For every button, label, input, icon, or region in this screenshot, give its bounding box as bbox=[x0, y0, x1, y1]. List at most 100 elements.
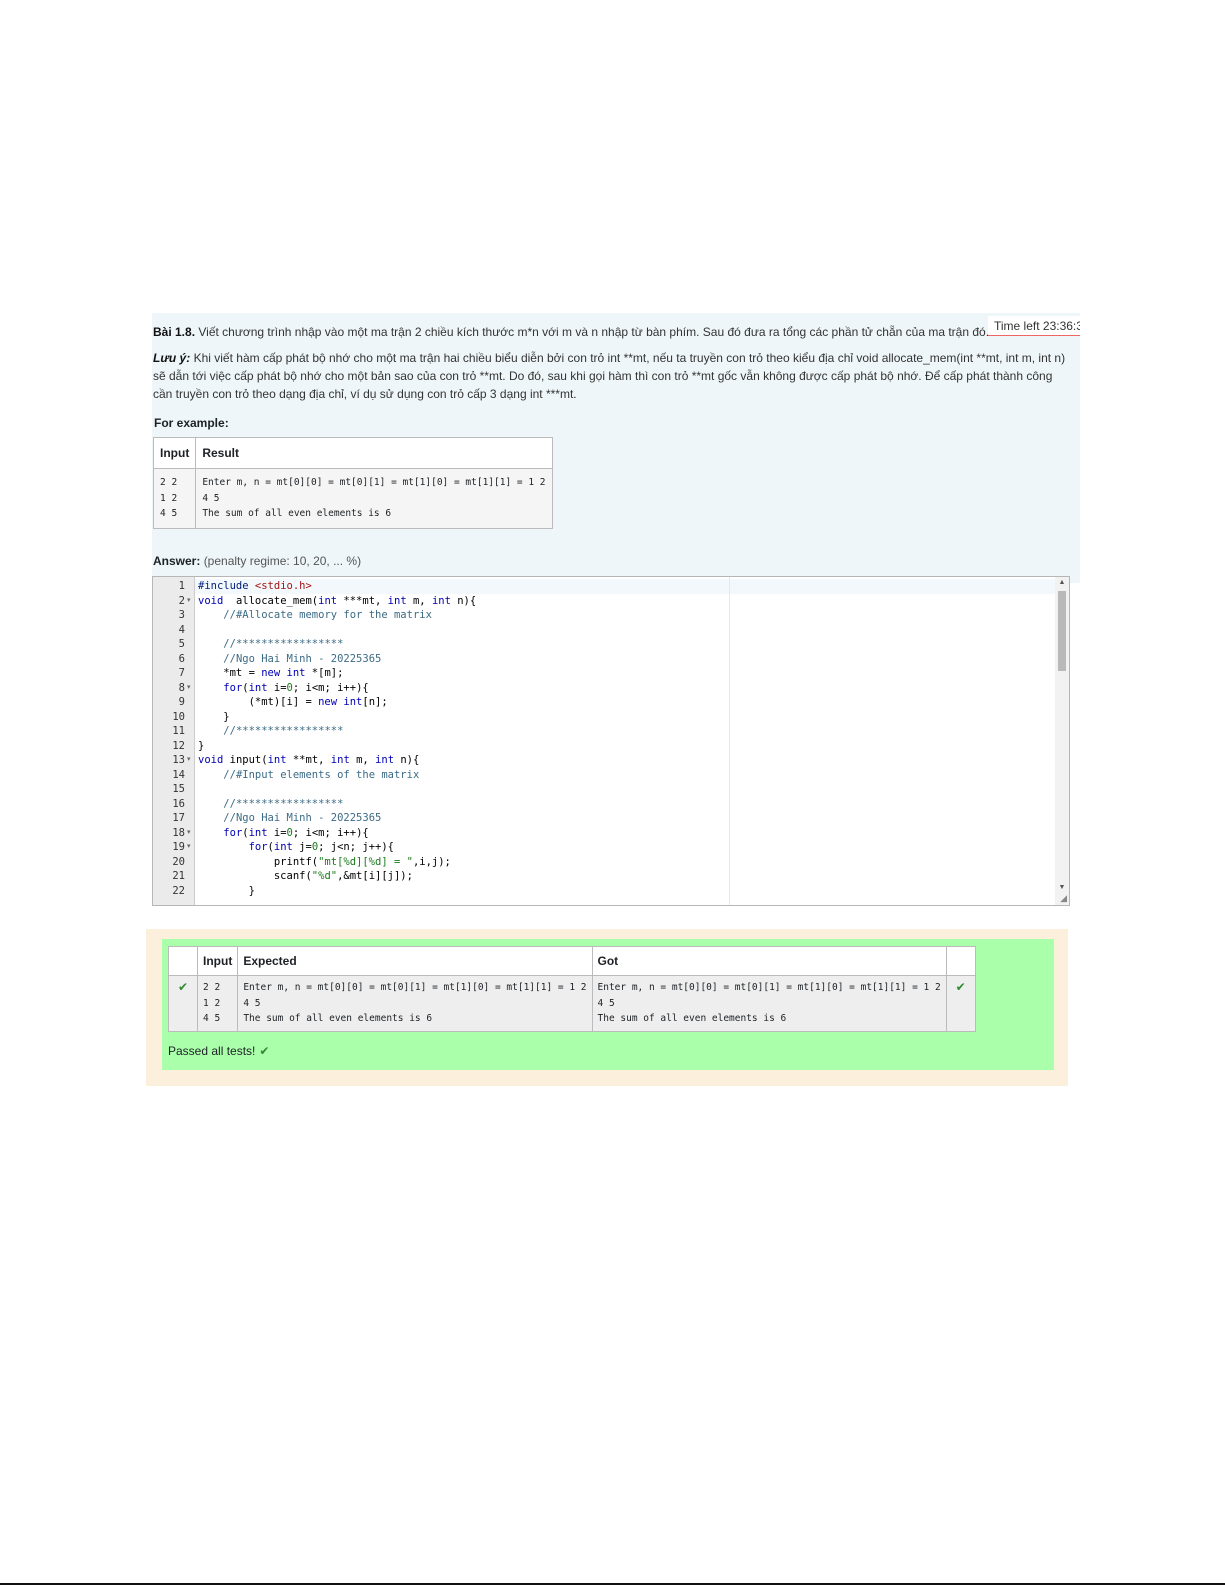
code-line: (*mt)[i] = new int[n]; bbox=[198, 695, 388, 710]
fold-arrow-icon[interactable]: ▾ bbox=[187, 594, 191, 609]
fold-arrow-icon[interactable]: ▾ bbox=[187, 681, 191, 696]
code-token: (*mt)[i] = bbox=[198, 696, 319, 708]
code-token: //***************** bbox=[223, 638, 344, 650]
results-header-expected: Expected bbox=[237, 946, 593, 976]
code-line: //***************** bbox=[198, 637, 343, 652]
code-token: int bbox=[343, 696, 363, 708]
code-line: #include <stdio.h> bbox=[198, 579, 312, 594]
code-token: #include bbox=[198, 580, 255, 592]
code-token: int bbox=[267, 754, 287, 766]
line-number: 12 bbox=[172, 739, 185, 752]
results-header-status bbox=[168, 946, 198, 976]
line-number: 14 bbox=[172, 768, 185, 781]
results-header-status-right bbox=[945, 946, 976, 976]
code-token: allocate_mem( bbox=[223, 594, 319, 607]
code-token: n){ bbox=[394, 754, 420, 766]
code-token: ; i<m; i++){ bbox=[292, 826, 369, 839]
line-number: 6 bbox=[178, 652, 185, 665]
code-line: //Ngo Hai Minh - 20225365 bbox=[198, 652, 381, 667]
line-number: 7 bbox=[178, 667, 185, 679]
code-token: new bbox=[318, 696, 338, 708]
line-number: 15 bbox=[172, 783, 185, 795]
code-token: **mt, bbox=[286, 754, 331, 766]
line-number: 11 bbox=[172, 725, 185, 737]
line-number: 4 bbox=[178, 623, 185, 636]
code-token: ,&mt[i][j]); bbox=[337, 870, 413, 882]
code-token: void bbox=[198, 754, 224, 766]
code-token: new bbox=[261, 667, 281, 679]
passed-check-icon: ✔ bbox=[259, 1044, 270, 1058]
passed-summary: Passed all tests! ✔ bbox=[168, 1044, 269, 1058]
scroll-down-icon[interactable]: ▼ bbox=[1055, 884, 1069, 891]
code-token: int bbox=[431, 594, 451, 607]
code-token: ; j<n; j++){ bbox=[318, 841, 394, 853]
print-margin bbox=[729, 577, 730, 905]
code-token: ,i,j); bbox=[412, 855, 451, 868]
line-number: 9 bbox=[178, 696, 185, 708]
code-token: printf( bbox=[198, 855, 319, 868]
code-token: int bbox=[273, 841, 293, 853]
example-header-input: Input bbox=[152, 437, 197, 469]
answer-label: Answer: bbox=[153, 554, 201, 568]
penalty-regime: (penalty regime: 10, 20, ... %) bbox=[203, 554, 362, 568]
example-label: For example: bbox=[154, 416, 229, 430]
question-statement: Bài 1.8. Viết chương trình nhập vào một … bbox=[153, 323, 1073, 341]
line-number: 16 bbox=[172, 797, 185, 810]
code-editor[interactable]: 1 2 3 4 5 6 7 8 9 10 11 12 13 14 15 16 17 18 19 20 21 22 ▾ ▾ ▾ ▾ ▾… bbox=[152, 576, 1070, 906]
code-token: void bbox=[198, 594, 224, 607]
code-token: "%d" bbox=[311, 870, 338, 882]
code-token: for bbox=[223, 826, 243, 839]
fold-arrow-icon[interactable]: ▾ bbox=[187, 753, 191, 768]
example-header-row: Input Result bbox=[152, 437, 553, 469]
line-number: 3 bbox=[178, 609, 185, 621]
code-token: //#Input elements of the matrix bbox=[223, 768, 420, 781]
code-token: } bbox=[198, 710, 230, 723]
line-number: 18 bbox=[172, 826, 185, 839]
scroll-up-icon[interactable]: ▲ bbox=[1055, 579, 1069, 586]
example-header-result: Result bbox=[195, 437, 553, 469]
active-line-highlight bbox=[195, 579, 1069, 594]
code-token: //***************** bbox=[223, 725, 344, 737]
code-token: n){ bbox=[450, 594, 477, 607]
code-token: } bbox=[198, 884, 255, 897]
note-label: Lưu ý: bbox=[153, 351, 191, 365]
code-token: int bbox=[248, 826, 268, 839]
code-token: ; i<m; i++){ bbox=[292, 681, 369, 694]
note-body: Khi viết hàm cấp phát bộ nhớ cho một ma … bbox=[153, 351, 1066, 401]
code-token: //#Allocate memory for the matrix bbox=[223, 609, 432, 621]
resize-grip-icon[interactable]: ◢ bbox=[1060, 893, 1067, 904]
code-line: printf("mt[%d][%d] = ",i,j); bbox=[198, 855, 451, 870]
code-line: //#Allocate memory for the matrix bbox=[198, 608, 432, 623]
fold-arrow-icon[interactable]: ▾ bbox=[187, 826, 191, 841]
code-token: int bbox=[330, 754, 350, 766]
code-line: //Ngo Hai Minh - 20225365 bbox=[198, 811, 381, 826]
results-header-input: Input bbox=[196, 946, 239, 976]
code-token: input( bbox=[223, 754, 268, 766]
line-number: 22 bbox=[172, 884, 185, 897]
time-left-timer: Time left 23:36:3 bbox=[988, 316, 1080, 336]
code-token: *mt = bbox=[198, 667, 262, 679]
code-line: void input(int **mt, int m, int n){ bbox=[198, 753, 419, 768]
code-token: <stdio.h> bbox=[254, 580, 312, 592]
answer-label-line: Answer: (penalty regime: 10, 20, ... %) bbox=[153, 554, 361, 568]
code-token: int bbox=[318, 594, 338, 607]
code-token: *[m]; bbox=[305, 667, 344, 679]
code-token: for bbox=[248, 841, 268, 853]
fold-arrow-icon[interactable]: ▾ bbox=[187, 840, 191, 855]
code-token: ***mt, bbox=[337, 594, 388, 607]
code-line: *mt = new int *[m]; bbox=[198, 666, 343, 681]
editor-scrollbar[interactable]: ▲ ▼ bbox=[1055, 577, 1069, 905]
code-token: int bbox=[375, 754, 395, 766]
line-number: 1 bbox=[178, 580, 185, 592]
table-row: 2 2 1 2 4 5 Enter m, n = mt[0][0] = mt[0… bbox=[152, 468, 553, 529]
results-got-cell: Enter m, n = mt[0][0] = mt[0][1] = mt[1]… bbox=[591, 975, 947, 1032]
scrollbar-thumb[interactable] bbox=[1058, 591, 1066, 671]
